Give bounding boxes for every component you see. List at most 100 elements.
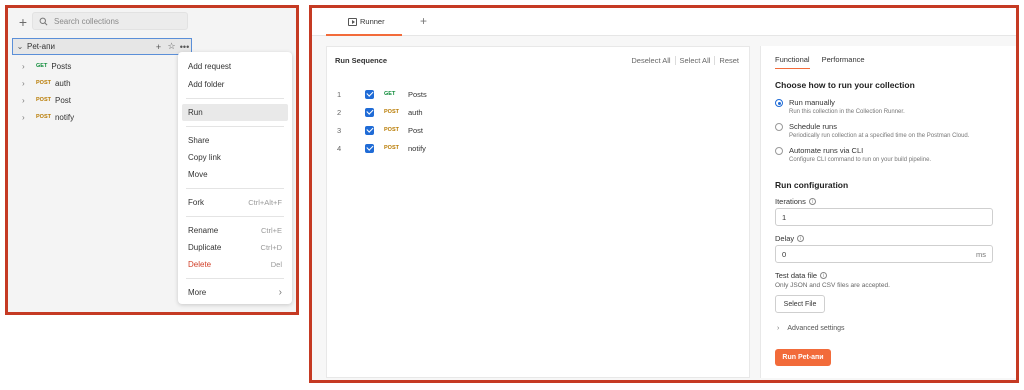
- chevron-down-icon[interactable]: ⌄: [13, 42, 27, 51]
- more-options-icon[interactable]: •••: [178, 42, 191, 52]
- sequence-row[interactable]: 2 POST auth: [337, 103, 423, 121]
- request-name: auth: [54, 78, 71, 88]
- new-tab-button[interactable]: +: [420, 14, 427, 28]
- option-schedule-runs[interactable]: Schedule runs Periodically run collectio…: [775, 122, 969, 139]
- add-icon[interactable]: +: [152, 42, 165, 52]
- search-collections[interactable]: [32, 12, 188, 30]
- radio-button[interactable]: [775, 147, 783, 155]
- row-number: 3: [337, 125, 342, 135]
- option-description: Configure CLI command to run on your bui…: [789, 157, 932, 163]
- collection-name: Pet-апи: [27, 42, 55, 51]
- option-description: Run this collection in the Collection Ru…: [789, 109, 905, 115]
- menu-item-label: Delete: [188, 260, 212, 269]
- advanced-settings-label: Advanced settings: [787, 325, 845, 332]
- chevron-right-icon[interactable]: ›: [22, 96, 36, 105]
- request-name: notify: [54, 112, 75, 122]
- chevron-right-icon: ›: [278, 287, 282, 298]
- request-checkbox[interactable]: [365, 143, 374, 153]
- deselect-all-button[interactable]: Deselect All: [627, 56, 674, 65]
- option-automate-cli[interactable]: Automate runs via CLI Configure CLI comm…: [775, 146, 931, 163]
- menu-divider: [186, 98, 284, 99]
- iterations-input[interactable]: 1: [775, 208, 993, 226]
- context-menu: Add request Add folder Run Share Copy li…: [178, 52, 292, 304]
- request-checkbox[interactable]: [365, 107, 374, 117]
- collections-sidebar: + ⌄ Pet-апи + ☆ ••• › GET Posts › POST a…: [5, 5, 299, 315]
- method-badge: POST: [384, 127, 399, 133]
- select-all-button[interactable]: Select All: [674, 56, 715, 65]
- menu-item-add-folder[interactable]: Add folder: [182, 76, 288, 93]
- menu-item-label: Add request: [188, 62, 232, 71]
- chevron-right-icon: ›: [777, 325, 780, 332]
- option-description: Periodically run collection at a specifi…: [789, 133, 970, 139]
- request-name: notify: [408, 143, 426, 153]
- menu-item-share[interactable]: Share: [182, 132, 288, 149]
- info-icon[interactable]: i: [797, 235, 805, 242]
- tab-bar: Runner +: [312, 8, 1016, 36]
- info-icon[interactable]: i: [808, 198, 816, 205]
- menu-item-rename[interactable]: Rename Ctrl+E: [182, 222, 288, 239]
- tab-functional[interactable]: Functional: [775, 55, 810, 69]
- row-number: 1: [337, 89, 342, 99]
- test-data-label: Test data file i: [775, 271, 828, 280]
- list-item[interactable]: › POST Post: [22, 92, 71, 108]
- list-item[interactable]: › POST auth: [22, 75, 71, 91]
- method-badge: GET: [384, 91, 396, 97]
- select-file-button[interactable]: Select File: [775, 295, 825, 313]
- search-icon: [39, 17, 48, 25]
- sequence-row[interactable]: 1 GET Posts: [337, 85, 427, 103]
- runner-view: Runner + Run Sequence Deselect All Selec…: [309, 5, 1019, 383]
- star-icon[interactable]: ☆: [165, 41, 178, 52]
- menu-item-run[interactable]: Run: [182, 104, 288, 121]
- new-collection-button[interactable]: +: [12, 11, 34, 33]
- menu-item-add-request[interactable]: Add request: [182, 58, 288, 75]
- request-checkbox[interactable]: [365, 125, 374, 135]
- menu-item-copy-link[interactable]: Copy link: [182, 149, 288, 166]
- list-item[interactable]: › GET Posts: [22, 58, 71, 74]
- advanced-settings-toggle[interactable]: › Advanced settings: [777, 325, 845, 332]
- menu-item-label: Add folder: [188, 80, 225, 89]
- request-name: Post: [408, 125, 424, 135]
- method-badge: POST: [36, 97, 51, 103]
- request-name: auth: [408, 107, 423, 117]
- menu-item-label: Run: [188, 108, 203, 117]
- method-badge: POST: [384, 145, 399, 151]
- delay-input[interactable]: 0 ms: [775, 245, 993, 263]
- request-checkbox[interactable]: [365, 89, 374, 99]
- delay-unit: ms: [976, 249, 986, 259]
- field-label-text: Test data file: [775, 271, 818, 280]
- row-number: 2: [337, 107, 342, 117]
- radio-button[interactable]: [775, 99, 783, 107]
- tab-runner[interactable]: Runner: [326, 8, 402, 36]
- reset-button[interactable]: Reset: [714, 56, 743, 65]
- list-item[interactable]: › POST notify: [22, 109, 74, 125]
- search-input[interactable]: [54, 16, 184, 26]
- field-label-text: Iterations: [775, 197, 806, 206]
- menu-item-move[interactable]: Move: [182, 166, 288, 183]
- collection-row[interactable]: ⌄ Pet-апи + ☆ •••: [12, 38, 192, 55]
- menu-item-label: Rename: [188, 226, 219, 235]
- chevron-right-icon[interactable]: ›: [22, 113, 36, 122]
- menu-item-more[interactable]: More ›: [182, 284, 288, 301]
- menu-item-fork[interactable]: Fork Ctrl+Alt+F: [182, 194, 288, 211]
- menu-item-label: More: [188, 288, 207, 297]
- tab-performance[interactable]: Performance: [822, 55, 865, 69]
- radio-button[interactable]: [775, 123, 783, 131]
- sequence-row[interactable]: 3 POST Post: [337, 121, 423, 139]
- chevron-right-icon[interactable]: ›: [22, 79, 36, 88]
- run-sequence-title: Run Sequence: [335, 56, 388, 65]
- menu-item-label: Fork: [188, 198, 204, 207]
- menu-item-duplicate[interactable]: Duplicate Ctrl+D: [182, 239, 288, 256]
- run-mode-heading: Choose how to run your collection: [775, 80, 915, 90]
- sequence-row[interactable]: 4 POST notify: [337, 139, 426, 157]
- option-run-manually[interactable]: Run manually Run this collection in the …: [775, 98, 905, 115]
- menu-item-label: Share: [188, 136, 210, 145]
- info-icon[interactable]: i: [820, 272, 828, 279]
- run-collection-button[interactable]: Run Pet-апи: [775, 349, 831, 366]
- menu-item-shortcut: Ctrl+E: [260, 226, 282, 235]
- method-badge: GET: [36, 63, 48, 69]
- menu-item-delete[interactable]: Delete Del: [182, 256, 288, 273]
- delay-value: 0: [782, 249, 787, 259]
- chevron-right-icon[interactable]: ›: [22, 62, 36, 71]
- method-badge: POST: [36, 80, 51, 86]
- config-tabs: Functional Performance: [775, 55, 877, 69]
